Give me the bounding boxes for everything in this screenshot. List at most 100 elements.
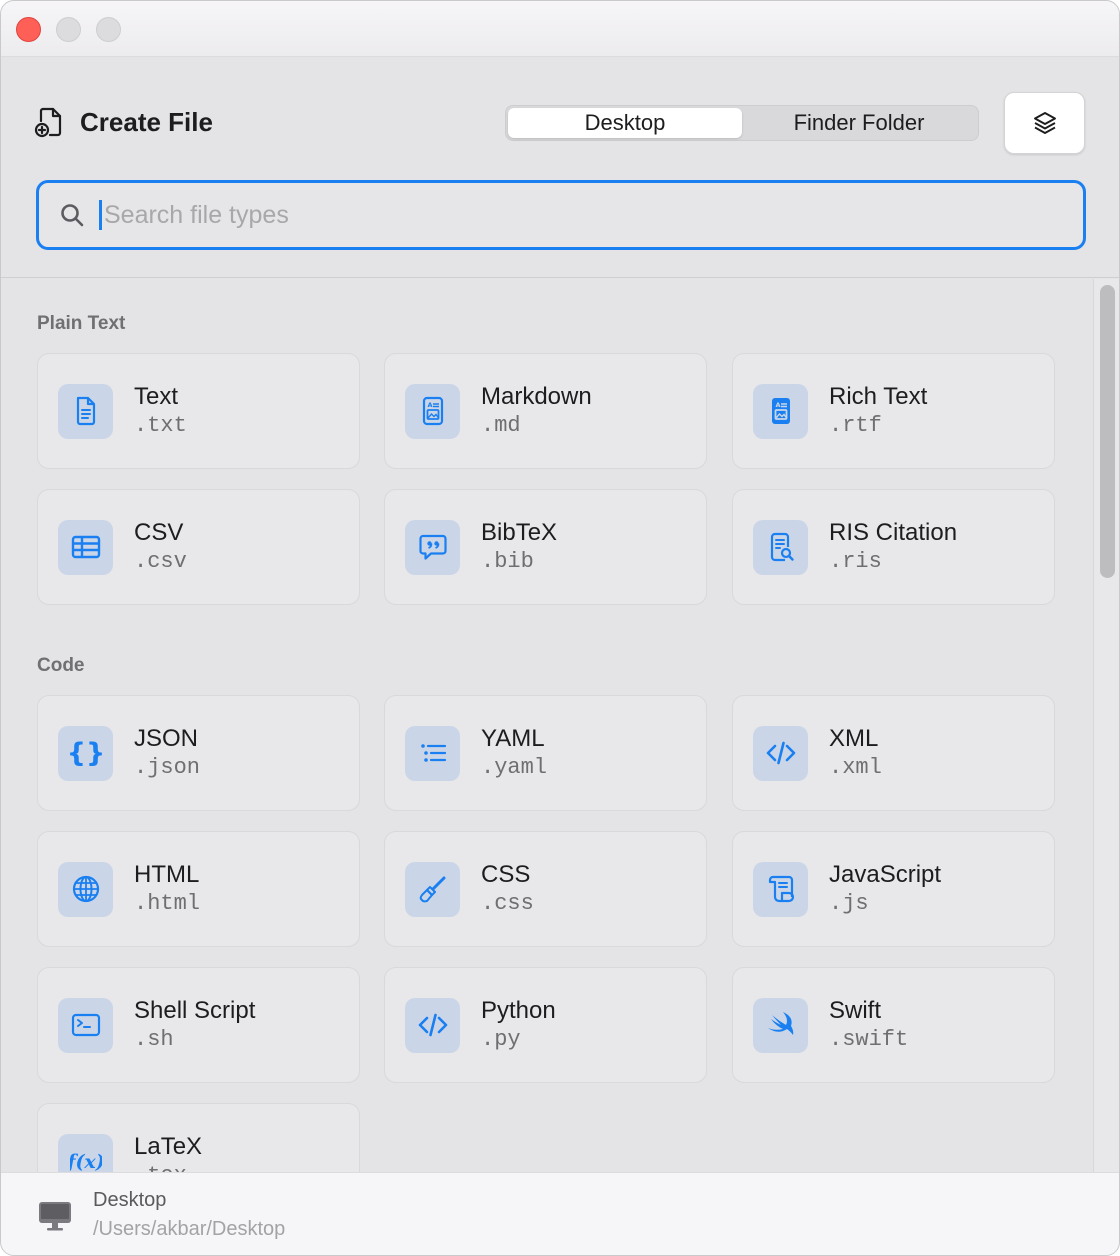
file-type-icon-tile bbox=[58, 519, 113, 575]
search-input[interactable] bbox=[104, 200, 1004, 230]
file-type-text: JavaScript .js bbox=[829, 860, 941, 918]
file-type-card-rich-text[interactable]: A Rich Text .rtf bbox=[732, 353, 1055, 469]
file-type-icon-tile bbox=[405, 725, 460, 781]
quote-bubble-icon bbox=[418, 534, 447, 560]
table-icon bbox=[71, 535, 100, 559]
file-type-name: XML bbox=[829, 725, 879, 752]
file-type-card-python[interactable]: Python .py bbox=[384, 967, 707, 1083]
swift-icon bbox=[767, 1012, 793, 1035]
file-type-card-css[interactable]: CSS .css bbox=[384, 831, 707, 947]
file-type-name: Rich Text bbox=[829, 383, 928, 410]
file-type-name: JavaScript bbox=[829, 861, 942, 888]
file-type-icon-tile bbox=[753, 725, 808, 781]
file-type-text: Swift .swift bbox=[829, 996, 908, 1054]
doc-richtext-icon: A bbox=[422, 396, 443, 426]
file-type-card-text[interactable]: Text .txt bbox=[37, 353, 360, 469]
file-type-name: Shell Script bbox=[134, 997, 256, 1024]
list-bullet-icon bbox=[420, 744, 446, 762]
doc-richtext-filled-icon: A bbox=[771, 398, 790, 424]
file-type-card-csv[interactable]: CSV .csv bbox=[37, 489, 360, 605]
layers-icon bbox=[1033, 112, 1056, 134]
svg-text:A: A bbox=[775, 401, 780, 409]
scrollbar[interactable] bbox=[1093, 279, 1119, 1172]
file-type-icon-tile bbox=[58, 861, 113, 917]
page-title: Create File bbox=[80, 106, 213, 137]
doc-magnifier-icon bbox=[770, 532, 794, 562]
file-type-icon-tile bbox=[753, 997, 808, 1053]
file-type-text: Shell Script .sh bbox=[134, 996, 255, 1054]
file-type-extension: .yaml bbox=[481, 755, 548, 780]
minimize-window-button[interactable] bbox=[56, 17, 81, 42]
title-bar bbox=[1, 1, 1119, 57]
terminal-icon bbox=[71, 1013, 100, 1037]
file-type-icon-tile: A bbox=[753, 383, 808, 439]
file-type-name: JSON bbox=[134, 725, 199, 752]
destination-title: Desktop bbox=[93, 1189, 167, 1211]
file-type-extension: .ris bbox=[829, 549, 882, 574]
location-segmented-control: Desktop Finder Folder bbox=[505, 105, 979, 141]
search-field[interactable] bbox=[36, 180, 1086, 250]
file-type-icon-tile bbox=[753, 861, 808, 917]
file-type-card-bibtex[interactable]: BibTeX .bib bbox=[384, 489, 707, 605]
file-type-card-html[interactable]: HTML .html bbox=[37, 831, 360, 947]
close-window-button[interactable] bbox=[16, 17, 41, 42]
file-type-text: JSON .json bbox=[134, 724, 200, 782]
section-label-code: Code bbox=[37, 655, 85, 676]
file-type-name: BibTeX bbox=[481, 519, 558, 546]
file-type-card-ris-citation[interactable]: RIS Citation .ris bbox=[732, 489, 1055, 605]
file-type-card-shell-script[interactable]: Shell Script .sh bbox=[37, 967, 360, 1083]
svg-text:A: A bbox=[427, 401, 432, 409]
file-type-card-latex[interactable]: f(x) LaTeX .tex bbox=[37, 1103, 360, 1172]
file-type-text: LaTeX .tex bbox=[134, 1132, 202, 1172]
file-type-text: Python .py bbox=[481, 996, 556, 1054]
layers-button[interactable] bbox=[1004, 92, 1085, 154]
svg-text:f(x): f(x) bbox=[70, 1151, 102, 1172]
file-type-name: Swift bbox=[829, 997, 882, 1024]
code-brackets-icon bbox=[766, 741, 795, 765]
section-label-plain-text: Plain Text bbox=[37, 313, 126, 334]
file-type-name: YAML bbox=[481, 725, 545, 752]
header: Create File Desktop Finder Folder bbox=[1, 57, 1119, 278]
desktop-computer-icon bbox=[39, 1202, 71, 1231]
file-type-extension: .xml bbox=[829, 755, 882, 780]
doc-text-icon bbox=[76, 396, 95, 426]
file-type-text: Markdown .md bbox=[481, 382, 592, 440]
svg-text:{}: {} bbox=[70, 738, 102, 769]
file-type-card-yaml[interactable]: YAML .yaml bbox=[384, 695, 707, 811]
segment-finder-folder[interactable]: Finder Folder bbox=[742, 108, 976, 138]
file-type-name: Text bbox=[134, 383, 179, 410]
file-type-extension: .csv bbox=[134, 549, 187, 574]
file-type-text: XML .xml bbox=[829, 724, 882, 782]
scroll-thumb[interactable] bbox=[1100, 285, 1115, 578]
file-type-extension: .md bbox=[481, 413, 521, 438]
file-type-card-xml[interactable]: XML .xml bbox=[732, 695, 1055, 811]
globe-icon bbox=[72, 875, 99, 903]
scroll-icon bbox=[768, 875, 794, 903]
file-type-icon-tile: A bbox=[405, 383, 460, 439]
file-type-card-javascript[interactable]: JavaScript .js bbox=[732, 831, 1055, 947]
function-icon: f(x) bbox=[70, 1151, 102, 1172]
file-type-icon-tile bbox=[58, 997, 113, 1053]
zoom-window-button[interactable] bbox=[96, 17, 121, 42]
file-type-text: HTML .html bbox=[134, 860, 200, 918]
file-type-name: CSV bbox=[134, 519, 184, 546]
file-type-text: Text .txt bbox=[134, 382, 187, 440]
file-type-text: CSS .css bbox=[481, 860, 534, 918]
file-types-list: Plain Text Text .txt A Markdown .md A Rich Text… bbox=[1, 279, 1093, 1172]
file-type-name: Python bbox=[481, 997, 556, 1024]
title-group: Create File bbox=[34, 106, 213, 138]
doc-plus-icon bbox=[34, 107, 62, 138]
code-brackets-icon bbox=[418, 1013, 447, 1037]
segment-desktop[interactable]: Desktop bbox=[508, 108, 742, 138]
file-type-card-json[interactable]: {} JSON .json bbox=[37, 695, 360, 811]
app-window: Create File Desktop Finder Folder Plain … bbox=[0, 0, 1120, 1256]
file-type-icon-tile bbox=[405, 861, 460, 917]
file-type-card-markdown[interactable]: A Markdown .md bbox=[384, 353, 707, 469]
file-type-card-swift[interactable]: Swift .swift bbox=[732, 967, 1055, 1083]
file-type-extension: .css bbox=[481, 891, 534, 916]
file-type-icon-tile bbox=[405, 997, 460, 1053]
file-type-extension: .js bbox=[829, 891, 869, 916]
file-type-extension: .bib bbox=[481, 549, 534, 574]
paintbrush-icon bbox=[419, 876, 445, 903]
file-type-icon-tile: {} bbox=[58, 725, 113, 781]
